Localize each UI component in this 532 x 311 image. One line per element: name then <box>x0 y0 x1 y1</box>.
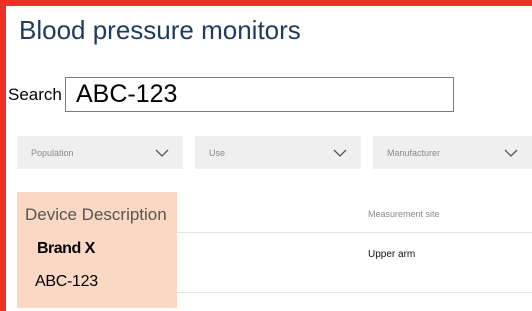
use-filter-label: Use <box>209 147 226 158</box>
chevron-down-icon <box>504 149 518 157</box>
measurement-site-header: Measurement site <box>368 209 440 219</box>
measurement-site-value: Upper arm <box>368 249 416 260</box>
table-row-divider <box>177 232 532 233</box>
population-filter-dropdown[interactable]: Population <box>17 136 183 169</box>
use-filter-dropdown[interactable]: Use <box>195 136 361 169</box>
top-accent-bar <box>0 0 532 6</box>
manufacturer-filter-label: Manufacturer <box>387 147 441 158</box>
population-filter-label: Population <box>31 147 74 158</box>
device-description-column: Device Description Brand X ABC-123 <box>17 192 177 308</box>
search-label: Search <box>8 85 62 104</box>
device-description-header: Device Description <box>25 205 167 224</box>
left-accent-bar <box>0 0 6 311</box>
manufacturer-filter-dropdown[interactable]: Manufacturer <box>373 136 532 169</box>
chevron-down-icon <box>155 149 169 157</box>
chevron-down-icon <box>333 149 347 157</box>
device-brand[interactable]: Brand X <box>37 240 95 258</box>
device-model[interactable]: ABC-123 <box>35 273 98 291</box>
search-input[interactable] <box>65 77 454 112</box>
table-row-divider <box>177 292 532 293</box>
page-title: Blood pressure monitors <box>19 15 301 45</box>
